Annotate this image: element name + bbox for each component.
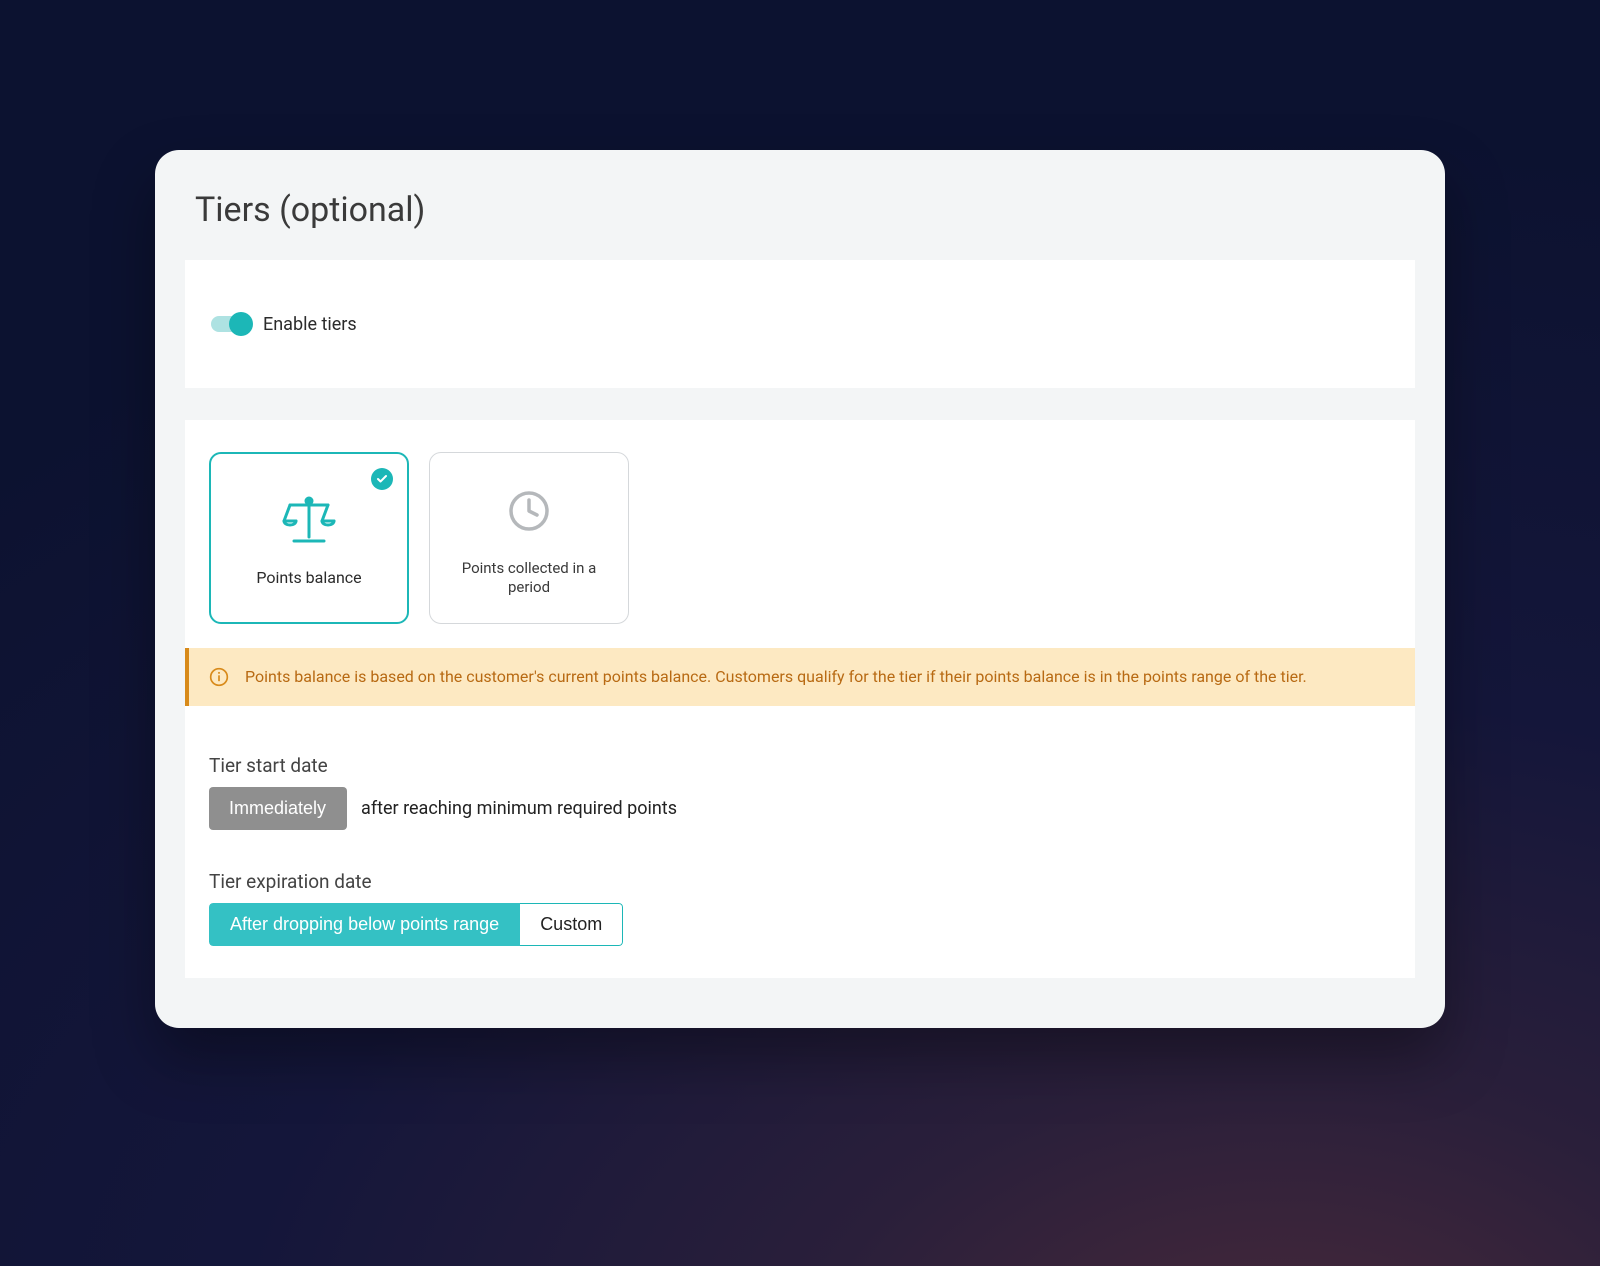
- enable-tiers-label: Enable tiers: [263, 314, 357, 335]
- toggle-knob: [229, 312, 253, 336]
- tier-expiration-segmented: After dropping below points range Custom: [209, 903, 623, 946]
- enable-tiers-toggle[interactable]: [209, 312, 253, 336]
- tier-expiration-block: Tier expiration date After dropping belo…: [209, 870, 1391, 946]
- option-points-balance[interactable]: Points balance: [209, 452, 409, 624]
- info-banner-text: Points balance is based on the customer'…: [245, 666, 1307, 688]
- tier-start-block: Tier start date Immediately after reachi…: [209, 754, 1391, 830]
- tier-start-row: Immediately after reaching minimum requi…: [209, 787, 1391, 830]
- tier-start-label: Tier start date: [209, 754, 1391, 777]
- enable-tiers-card: Enable tiers: [185, 260, 1415, 388]
- tiers-panel: Tiers (optional) Enable tiers: [155, 150, 1445, 1028]
- expire-custom-button[interactable]: Custom: [520, 903, 623, 946]
- check-icon: [371, 468, 393, 490]
- info-icon: [209, 667, 229, 687]
- tier-type-options: Points balance Points collected in a per…: [209, 452, 1391, 624]
- expire-after-drop-button[interactable]: After dropping below points range: [209, 903, 520, 946]
- scale-icon: [280, 488, 338, 552]
- clock-icon: [506, 479, 552, 543]
- enable-tiers-row: Enable tiers: [209, 312, 1391, 336]
- tier-start-suffix: after reaching minimum required points: [361, 798, 677, 819]
- info-banner: Points balance is based on the customer'…: [185, 648, 1415, 706]
- tiers-config-card: Points balance Points collected in a per…: [185, 420, 1415, 978]
- option-label: Points collected in a period: [442, 559, 616, 598]
- page-title: Tiers (optional): [155, 190, 1445, 260]
- option-label: Points balance: [256, 568, 361, 589]
- tier-start-immediately-button[interactable]: Immediately: [209, 787, 347, 830]
- option-points-period[interactable]: Points collected in a period: [429, 452, 629, 624]
- tier-expiration-label: Tier expiration date: [209, 870, 1391, 893]
